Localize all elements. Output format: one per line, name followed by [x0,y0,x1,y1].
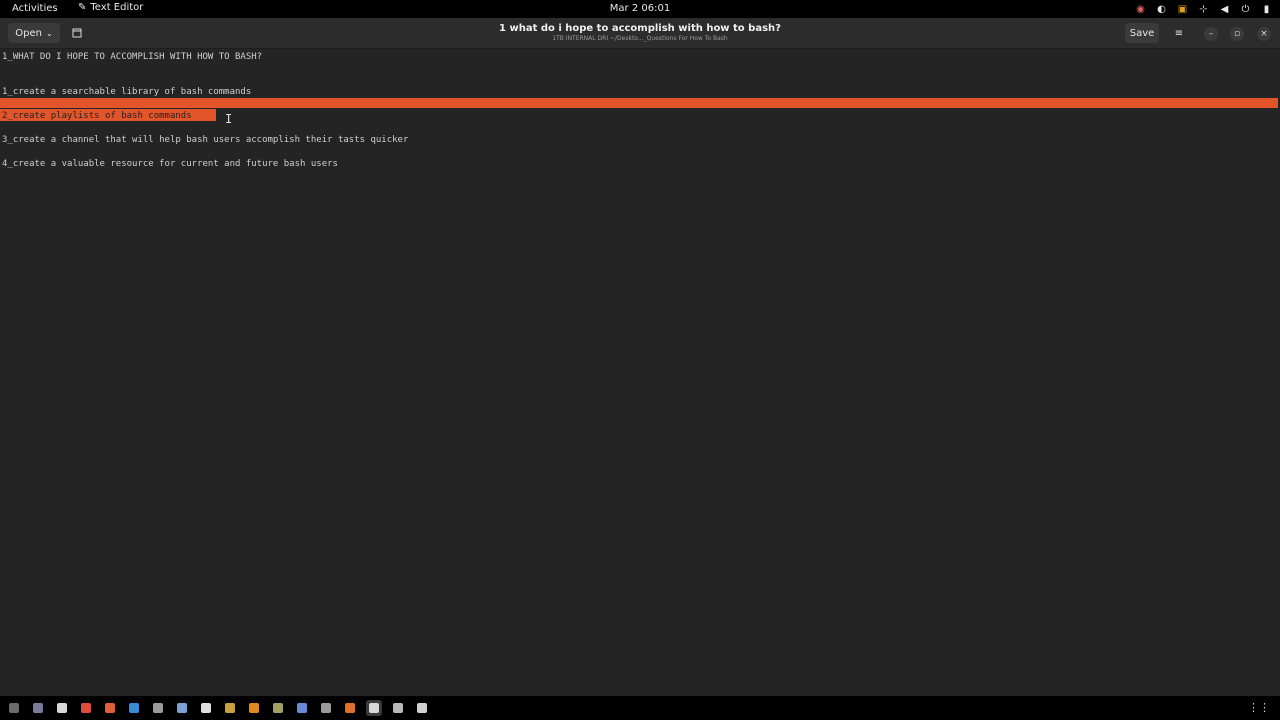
steam-icon-glyph [129,703,139,713]
game-icon[interactable] [270,700,286,716]
calculator-icon-glyph [417,703,427,713]
code-icon-glyph [177,703,187,713]
game-icon-glyph [273,703,283,713]
steam-icon[interactable] [126,700,142,716]
settings-icon[interactable] [150,700,166,716]
title-area: 1 what do i hope to accomplish with how … [0,23,1280,42]
browser-icon-glyph [297,703,307,713]
dock: ⋮⋮ [0,696,1280,720]
power-icon[interactable]: ⏻ [1240,4,1251,15]
monitor-icon-glyph [33,703,43,713]
network-tree-icon[interactable]: ⊹ [1198,4,1209,15]
text-line-selected[interactable]: 2_create playlists of bash commands [2,110,192,122]
document-icon-glyph [57,703,67,713]
monitor-icon[interactable] [30,700,46,716]
clock-container: Mar 2 06:01 [0,3,1280,14]
document-title: 1 what do i hope to accomplish with how … [499,23,781,34]
system-tray[interactable]: ◉ ◐ ▣ ⊹ ◀ ⏻ ▮ [1135,2,1272,16]
archive-icon[interactable] [222,700,238,716]
app-grid-icon[interactable]: ⋮⋮ [1248,701,1270,714]
volume-icon[interactable]: ◀ [1219,4,1230,15]
notes-icon-glyph [393,703,403,713]
header-bar: Open ⌄ 1 what do i hope to accomplish wi… [0,18,1280,49]
dock-icons [6,700,430,716]
top-bar: Activities ✎ Text Editor Mar 2 06:01 ◉ ◐… [0,0,1280,18]
archive-icon-glyph [225,703,235,713]
text-line[interactable]: 1_WHAT DO I HOPE TO ACCOMPLISH WITH HOW … [2,51,262,63]
text-editor-icon-glyph [369,703,379,713]
chrome-icon[interactable] [78,700,94,716]
settings-icon-glyph [153,703,163,713]
notes-icon[interactable] [390,700,406,716]
firefox-icon[interactable] [342,700,358,716]
battery-icon[interactable]: ▣ [1177,4,1188,15]
chrome-icon-glyph [81,703,91,713]
code-icon[interactable] [174,700,190,716]
network-icon[interactable]: ◉ [1135,4,1146,15]
text-editor-icon[interactable] [366,700,382,716]
text-cursor-icon: I [225,112,233,126]
text-line[interactable]: 1_create a searchable library of bash co… [2,86,251,98]
text-line[interactable]: 4_create a valuable resource for current… [2,158,338,170]
document-icon[interactable] [54,700,70,716]
tool-icon[interactable] [318,700,334,716]
minimize-icon[interactable]: – [1204,27,1218,41]
system-icon[interactable]: ▮ [1261,4,1272,15]
text-line[interactable]: 3_create a channel that will help bash u… [2,134,408,146]
browser-icon[interactable] [294,700,310,716]
save-button[interactable]: Save [1125,23,1159,43]
firefox-icon-glyph [345,703,355,713]
files-icon[interactable] [6,700,22,716]
steam-icon[interactable]: ◐ [1156,4,1167,15]
vlc-icon-glyph [249,703,259,713]
text-area[interactable]: 1_WHAT DO I HOPE TO ACCOMPLISH WITH HOW … [0,49,1280,694]
circle-app-icon-glyph [201,703,211,713]
vlc-icon[interactable] [246,700,262,716]
close-icon[interactable]: × [1257,27,1271,41]
document-path: 1TB INTERNAL DRI ~/Deskto..._Questions F… [552,35,728,42]
brave-icon[interactable] [102,700,118,716]
calculator-icon[interactable] [414,700,430,716]
clock[interactable]: Mar 2 06:01 [610,3,670,14]
tool-icon-glyph [321,703,331,713]
maximize-icon[interactable]: ▫ [1230,27,1244,41]
brave-icon-glyph [105,703,115,713]
files-icon-glyph [9,703,19,713]
hamburger-menu-icon[interactable]: ≡ [1168,23,1190,43]
circle-app-icon[interactable] [198,700,214,716]
current-line-highlight [0,98,1278,108]
